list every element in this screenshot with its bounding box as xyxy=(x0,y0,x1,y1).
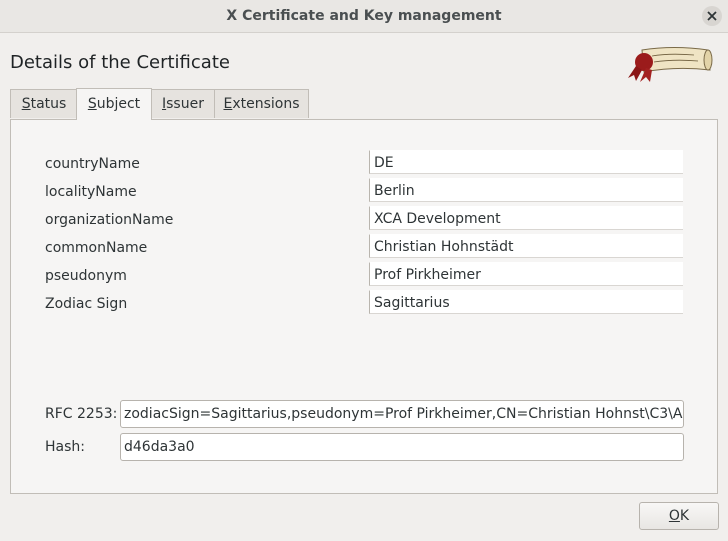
title-bar: X Certificate and Key management xyxy=(0,0,728,33)
xca-scroll-logo xyxy=(628,47,713,82)
tab-status[interactable]: Status xyxy=(10,89,78,118)
tab-status-mnemonic: S xyxy=(21,96,31,112)
subject-row: localityName Berlin xyxy=(45,178,685,206)
subject-field-value[interactable]: XCA Development xyxy=(369,206,683,230)
subject-field-value[interactable]: Sagittarius xyxy=(369,290,683,314)
window-title: X Certificate and Key management xyxy=(226,8,502,24)
hash-label: Hash: xyxy=(45,439,85,455)
subject-field-value[interactable]: Christian Hohnstädt xyxy=(369,234,683,258)
ok-button[interactable]: OK xyxy=(639,502,719,530)
tab-subject-label: ubject xyxy=(96,96,141,112)
hash-field[interactable]: d46da3a0 xyxy=(120,433,684,461)
tab-extensions-label: xtensions xyxy=(232,96,300,112)
subject-row: Zodiac Sign Sagittarius xyxy=(45,290,685,318)
tab-extensions-mnemonic: E xyxy=(223,96,233,112)
subject-field-name: pseudonym xyxy=(45,268,127,284)
subject-field-value[interactable]: DE xyxy=(369,150,683,174)
close-button[interactable] xyxy=(702,6,722,26)
tab-issuer-label: ssuer xyxy=(166,96,204,112)
subject-field-value[interactable]: Berlin xyxy=(369,178,683,202)
subject-row: organizationName XCA Development xyxy=(45,206,685,234)
ok-button-mnemonic: O xyxy=(668,508,680,524)
subject-field-name: organizationName xyxy=(45,212,174,228)
tab-issuer[interactable]: Issuer xyxy=(150,89,216,118)
subject-row: pseudonym Prof Pirkheimer xyxy=(45,262,685,290)
close-icon xyxy=(707,11,717,21)
dialog-heading: Details of the Certificate xyxy=(10,52,230,73)
tab-subject-mnemonic: S xyxy=(87,96,97,112)
subject-panel: countryName DE localityName Berlin organ… xyxy=(10,119,718,494)
rfc2253-field[interactable]: zodiacSign=Sagittarius,pseudonym=Prof Pi… xyxy=(120,400,684,428)
subject-row: commonName Christian Hohnstädt xyxy=(45,234,685,262)
tab-status-label: tatus xyxy=(30,96,67,112)
subject-row: countryName DE xyxy=(45,150,685,178)
ok-button-label: K xyxy=(679,508,690,524)
subject-field-name: commonName xyxy=(45,240,148,256)
subject-field-name: countryName xyxy=(45,156,140,172)
tab-subject[interactable]: Subject xyxy=(76,88,152,120)
tab-extensions[interactable]: Extensions xyxy=(214,89,309,118)
subject-field-name: Zodiac Sign xyxy=(45,296,128,312)
subject-field-name: localityName xyxy=(45,184,137,200)
subject-field-value[interactable]: Prof Pirkheimer xyxy=(369,262,683,286)
rfc2253-label: RFC 2253: xyxy=(45,406,118,422)
